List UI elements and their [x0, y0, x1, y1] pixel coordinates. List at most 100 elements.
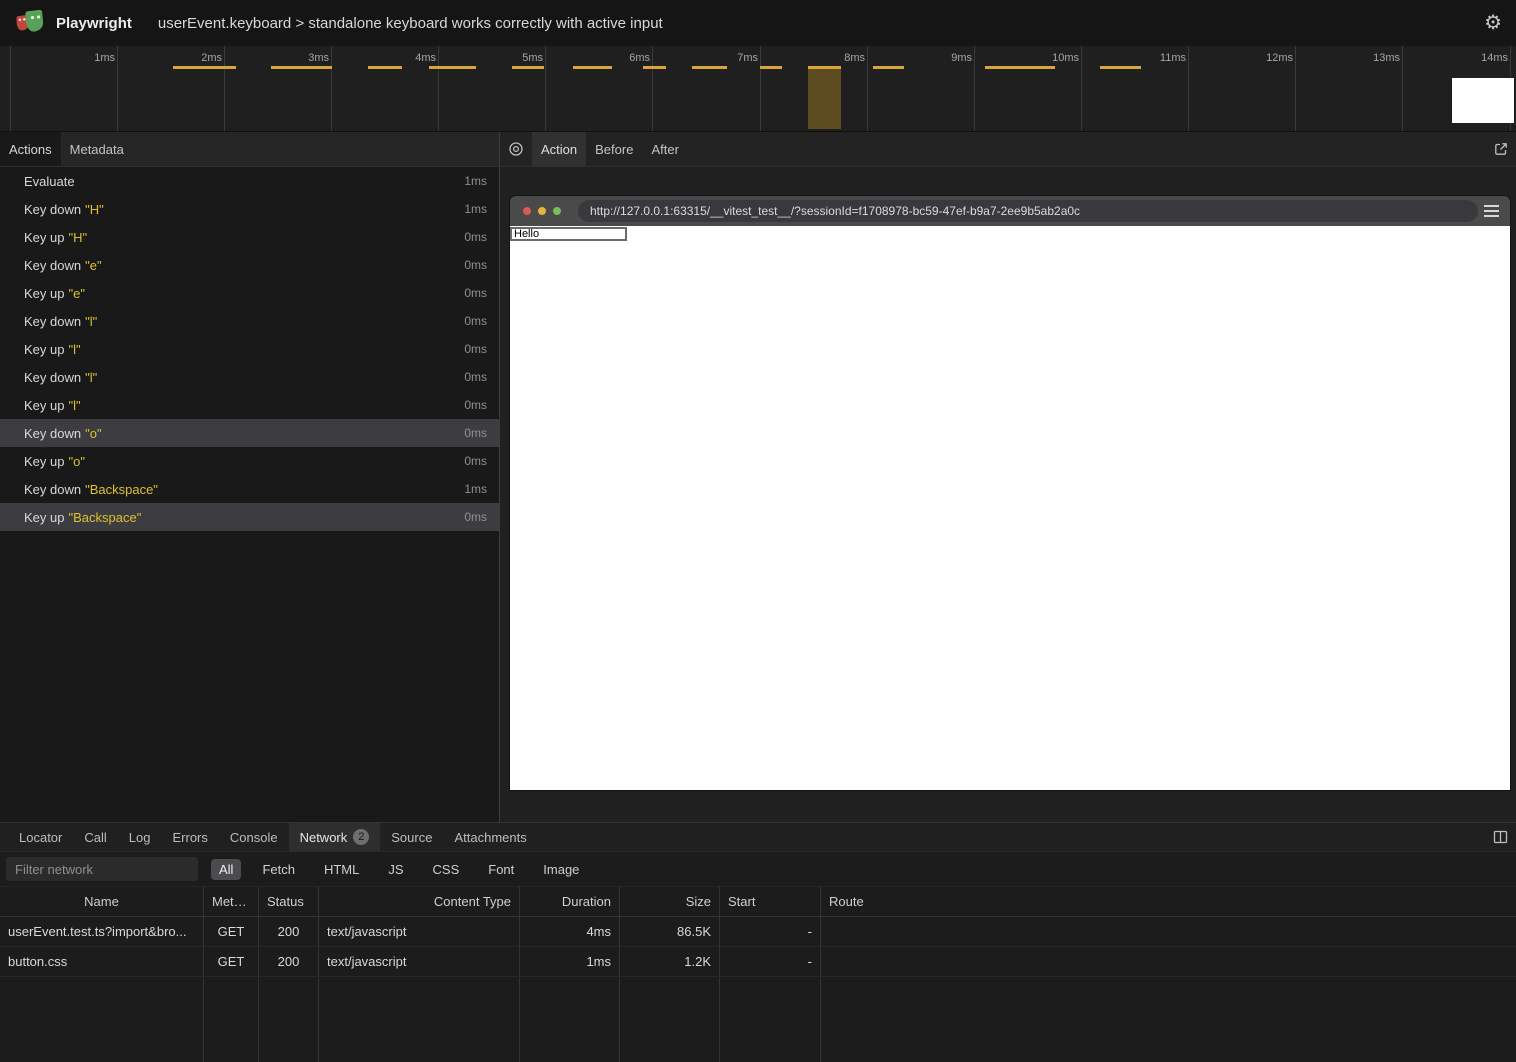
browser-chrome: http://127.0.0.1:63315/__vitest_test__/?…: [510, 196, 1510, 226]
target-icon: [508, 141, 524, 157]
details-tab[interactable]: Errors: [161, 823, 218, 851]
snapshot-pane: Action Before After: [500, 132, 1516, 822]
timeline-tick: 11ms: [1188, 46, 1189, 131]
action-row[interactable]: Key up"l" 0ms: [0, 335, 499, 363]
timeline-tick: 9ms: [974, 46, 975, 131]
timeline-tick: 3ms: [331, 46, 332, 131]
address-bar: http://127.0.0.1:63315/__vitest_test__/?…: [578, 200, 1478, 222]
details-tab[interactable]: Locator: [8, 823, 73, 851]
details-tab[interactable]: Console: [219, 823, 289, 851]
action-duration: 1ms: [464, 482, 487, 496]
network-type-chip[interactable]: Image: [535, 859, 587, 880]
timeline-action-bar: [368, 66, 402, 69]
action-label: Key down: [24, 314, 81, 329]
action-key-value: "Backspace": [85, 482, 158, 497]
action-row[interactable]: Key down"l" 0ms: [0, 307, 499, 335]
network-column-header: Start: [720, 887, 821, 916]
snapshot-tab[interactable]: Action: [532, 132, 586, 166]
network-type-chip[interactable]: HTML: [316, 859, 367, 880]
network-table-header: Name Method Status Content Type Duration…: [0, 887, 1516, 917]
timeline-action-bar: [1100, 66, 1141, 69]
page-text-input[interactable]: [510, 227, 627, 241]
settings-gear-icon[interactable]: ⚙: [1484, 13, 1502, 33]
network-row[interactable]: userEvent.test.ts?import&bro... GET 200 …: [0, 917, 1516, 947]
actions-tab[interactable]: Actions: [0, 132, 61, 166]
actions-tabbar: Actions Metadata: [0, 132, 499, 167]
network-type-chip[interactable]: JS: [380, 859, 411, 880]
details-tab[interactable]: Source: [380, 823, 443, 851]
network-type-chips: All Fetch HTML JS CSS: [211, 859, 587, 880]
network-type-chip[interactable]: CSS: [425, 859, 468, 880]
action-row[interactable]: Key up"o" 0ms: [0, 447, 499, 475]
cell-duration: 4ms: [520, 917, 620, 946]
action-row[interactable]: Key down"Backspace" 1ms: [0, 475, 499, 503]
cell-route: [821, 917, 1516, 946]
cell-name: userEvent.test.ts?import&bro...: [0, 917, 204, 946]
details-tab[interactable]: Call: [73, 823, 117, 851]
action-row[interactable]: Key up"H" 0ms: [0, 223, 499, 251]
action-row[interactable]: Key down"l" 0ms: [0, 363, 499, 391]
timeline-tick-label: 4ms: [415, 52, 436, 64]
action-label: Key up: [24, 398, 64, 413]
action-label: Key up: [24, 342, 64, 357]
action-duration: 1ms: [464, 202, 487, 216]
details-tab[interactable]: Network 2: [289, 823, 381, 851]
actions-tab[interactable]: Metadata: [61, 132, 133, 166]
timeline-tick-label: 1ms: [94, 52, 115, 64]
cell-content-type: text/javascript: [319, 917, 520, 946]
network-type-chip[interactable]: All: [211, 859, 241, 880]
details-tab[interactable]: Log: [118, 823, 162, 851]
snapshot-tab[interactable]: Before: [586, 132, 642, 166]
action-row[interactable]: Key down"o" 0ms: [0, 419, 499, 447]
timeline-tick-label: 10ms: [1052, 52, 1079, 64]
action-row[interactable]: Key up"e" 0ms: [0, 279, 499, 307]
action-row[interactable]: Key up"Backspace" 0ms: [0, 503, 499, 531]
network-column-header: Route: [821, 887, 1516, 916]
timeline-tick: 2ms: [224, 46, 225, 131]
cell-start: -: [720, 947, 821, 976]
action-duration: 0ms: [464, 426, 487, 440]
network-row[interactable]: button.css GET 200 text/javascript 1ms 1…: [0, 947, 1516, 977]
snapshot-tab[interactable]: After: [642, 132, 687, 166]
pick-locator-button[interactable]: [500, 132, 532, 166]
timeline-tick-label: 8ms: [844, 52, 865, 64]
timeline-tick-label: 11ms: [1160, 52, 1186, 64]
cell-content-type: text/javascript: [319, 947, 520, 976]
timeline-tick: 4ms: [438, 46, 439, 131]
action-row[interactable]: Key down"H" 1ms: [0, 195, 499, 223]
network-table-filler: [0, 977, 1516, 1062]
action-row[interactable]: Key down"e" 0ms: [0, 251, 499, 279]
details-tab[interactable]: Attachments: [443, 823, 537, 851]
action-duration: 0ms: [464, 454, 487, 468]
timeline-selection[interactable]: [808, 66, 841, 129]
timeline[interactable]: 1ms 2ms 3ms 4ms 5ms 6ms: [0, 46, 1516, 132]
network-table: Name Method Status Content Type Duration…: [0, 887, 1516, 1062]
action-label: Key down: [24, 370, 81, 385]
network-filter-input[interactable]: [6, 857, 198, 881]
action-key-value: "l": [68, 342, 80, 357]
timeline-tick-label: 5ms: [522, 52, 543, 64]
network-type-chip[interactable]: Font: [480, 859, 522, 880]
action-key-value: "l": [85, 370, 97, 385]
timeline-action-bar: [873, 66, 904, 69]
action-key-value: "e": [68, 286, 84, 301]
timeline-tick-label: 2ms: [201, 52, 222, 64]
action-row[interactable]: Evaluate 1ms: [0, 167, 499, 195]
timeline-tick-label: 3ms: [308, 52, 329, 64]
tab-count-badge: 2: [353, 829, 369, 845]
open-snapshot-button[interactable]: [1486, 132, 1516, 166]
toggle-layout-button[interactable]: [1485, 823, 1516, 851]
network-type-chip[interactable]: Fetch: [254, 859, 303, 880]
network-filter-row: All Fetch HTML JS CSS: [0, 852, 1516, 887]
timeline-tick-label: 12ms: [1266, 52, 1293, 64]
main-split: Actions Metadata Evaluate 1ms Key do: [0, 132, 1516, 822]
timeline-action-bar: [271, 66, 332, 69]
timeline-tick: 7ms: [760, 46, 761, 131]
action-duration: 0ms: [464, 510, 487, 524]
action-label: Key up: [24, 230, 64, 245]
minimize-dot-icon: [538, 207, 546, 215]
action-row[interactable]: Key up"l" 0ms: [0, 391, 499, 419]
action-label: Key up: [24, 454, 64, 469]
cell-name: button.css: [0, 947, 204, 976]
network-column-header: Size: [620, 887, 720, 916]
